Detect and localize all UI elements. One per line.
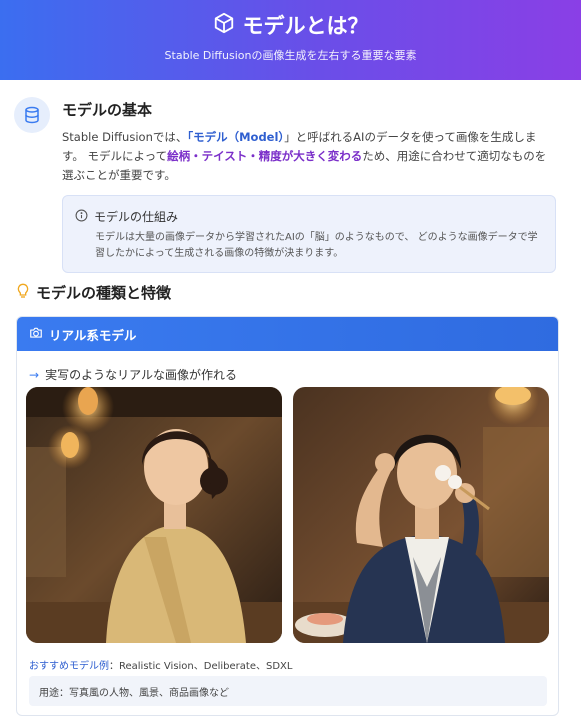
database-icon (14, 97, 50, 133)
arrow-right-icon: → (29, 367, 40, 382)
card-header: リアル系モデル (17, 317, 558, 351)
basics-text-a: Stable Diffusionでは、 (62, 130, 188, 144)
basics-paragraph: Stable Diffusionでは、「モデル（Model）」と呼ばれるAIのデ… (62, 128, 554, 185)
info-body: モデルは大量の画像データから学習されたAIの「脳」のようなもので、 どのような画… (95, 232, 538, 259)
info-title-row: モデルの仕組み (75, 208, 178, 225)
sample-photo-woman (26, 387, 282, 643)
recommended-label: おすすめモデル例 (29, 661, 109, 672)
recommended-value: ：Realistic Vision、Deliberate、SDXL (109, 661, 293, 672)
basics-emphasis: 絵柄・テイスト・精度が大きく変わる (167, 149, 363, 163)
page-header: モデルとは？ Stable Diffusionの画像生成を左右する重要な要素 (0, 0, 581, 80)
info-icon (75, 209, 88, 225)
info-box: モデルの仕組み モデルは大量の画像データから学習されたAIの「脳」のようなもので… (62, 195, 556, 273)
info-title: モデルの仕組み (94, 210, 179, 224)
model-term: 「モデル（Model） (187, 130, 285, 144)
types-heading: モデルの種類と特徴 (36, 284, 172, 302)
basics-heading: モデルの基本 (62, 101, 153, 119)
lightbulb-icon (16, 283, 30, 303)
page-title: モデルとは？ (242, 14, 369, 38)
usage-box: 用途：写真風の人物、風景、商品画像など (29, 676, 547, 706)
recommended-models: おすすめモデル例：Realistic Vision、Deliberate、SDX… (29, 657, 292, 672)
card-lead-text: 実写のようなリアルな画像が作れる (45, 368, 237, 382)
header-title-row: モデルとは？ (0, 10, 581, 40)
camera-icon (29, 326, 43, 343)
types-heading-row: モデルの種類と特徴 (16, 282, 171, 303)
cube-icon (213, 12, 235, 39)
sample-photo-man (293, 387, 549, 643)
page-subtitle: Stable Diffusionの画像生成を左右する重要な要素 (164, 49, 417, 62)
card-title: リアル系モデル (49, 327, 137, 343)
realistic-model-card: リアル系モデル → 実写のようなリアルな画像が作れる おすすめモデル例：Real… (16, 316, 559, 716)
card-lead: → 実写のようなリアルな画像が作れる (29, 366, 237, 383)
